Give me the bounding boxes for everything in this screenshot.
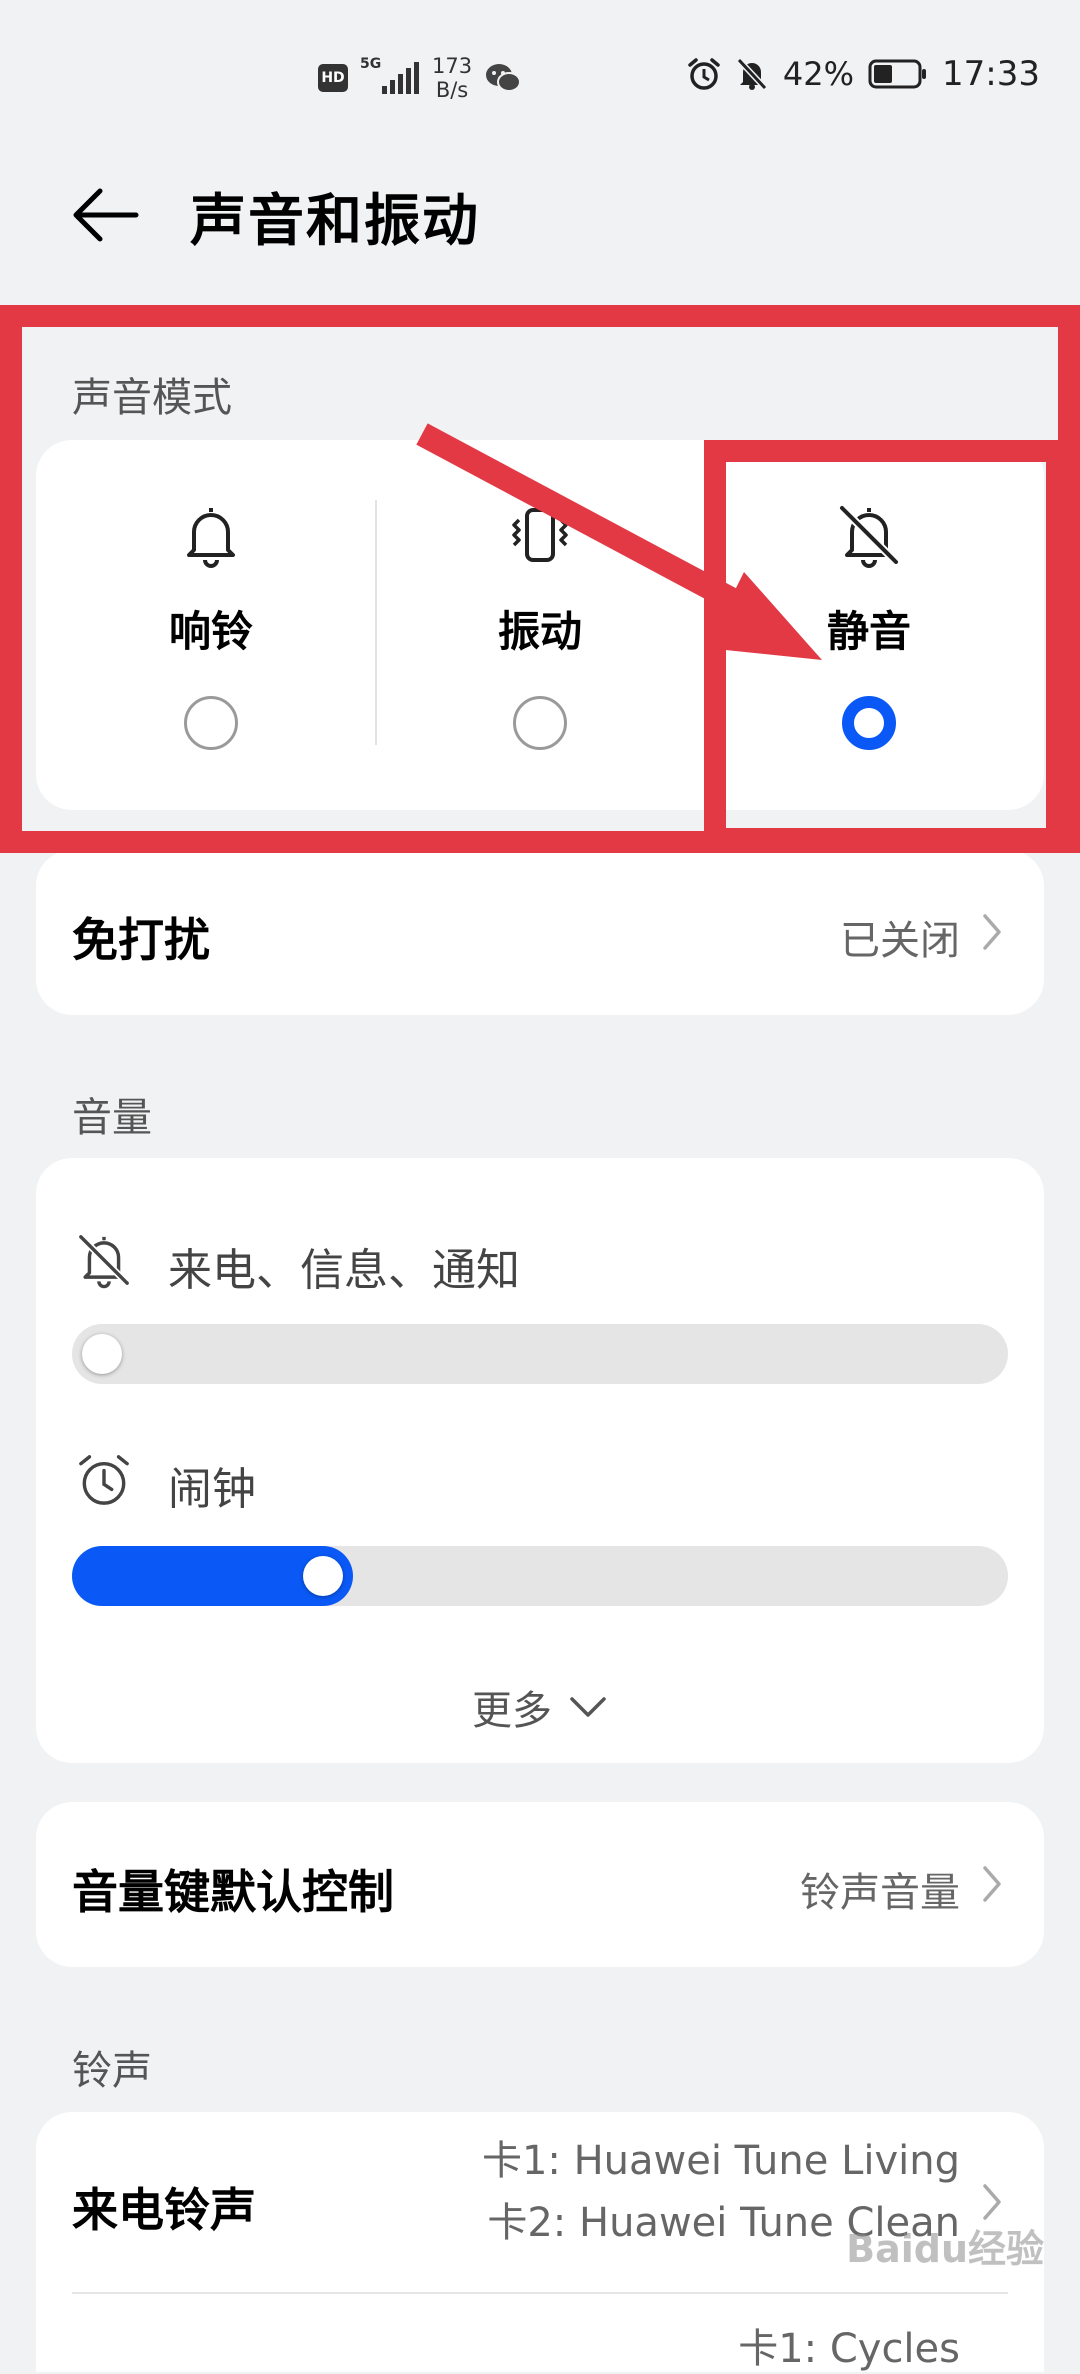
dnd-label: 免打扰 bbox=[72, 913, 210, 967]
more-button[interactable]: 更多 bbox=[36, 1678, 1044, 1736]
volume-key-label: 音量键默认控制 bbox=[72, 1865, 394, 1919]
next-ringtone-value: 卡1: Cycles bbox=[738, 2326, 960, 2372]
bell-off-icon bbox=[78, 1234, 130, 1289]
more-label: 更多 bbox=[472, 1688, 552, 1734]
chevron-right-icon bbox=[983, 2184, 1001, 2220]
incoming-ringtone-label: 来电铃声 bbox=[72, 2183, 256, 2237]
ringtone-section-label: 铃声 bbox=[72, 2048, 152, 2094]
ringer-volume-label: 来电、信息、通知 bbox=[168, 1245, 520, 1296]
volume-card: 来电、信息、通知 闹钟 更多 bbox=[36, 1158, 1044, 1763]
chevron-down-icon bbox=[570, 1697, 606, 1717]
ringer-volume-thumb[interactable] bbox=[82, 1334, 122, 1374]
watermark: Baidu经验 bbox=[846, 2227, 1044, 2271]
alarm-volume-slider[interactable] bbox=[72, 1546, 1008, 1606]
alarm-icon bbox=[79, 1455, 129, 1505]
ringer-volume-slider[interactable] bbox=[72, 1324, 1008, 1384]
chevron-right-icon bbox=[983, 1866, 1001, 1902]
volume-section-label: 音量 bbox=[72, 1095, 152, 1141]
volume-key-row[interactable]: 音量键默认控制 铃声音量 bbox=[36, 1802, 1044, 1967]
row-divider bbox=[72, 2292, 1008, 2294]
alarm-volume-thumb[interactable] bbox=[303, 1556, 343, 1596]
ringtone-sim1: 卡1: Huawei Tune Living bbox=[481, 2138, 960, 2184]
volume-key-value: 铃声音量 bbox=[800, 1870, 960, 1916]
dnd-value: 已关闭 bbox=[840, 918, 960, 964]
annotation-arrow bbox=[416, 423, 822, 660]
alarm-volume-label: 闹钟 bbox=[168, 1464, 256, 1515]
chevron-right-icon bbox=[983, 914, 1001, 950]
